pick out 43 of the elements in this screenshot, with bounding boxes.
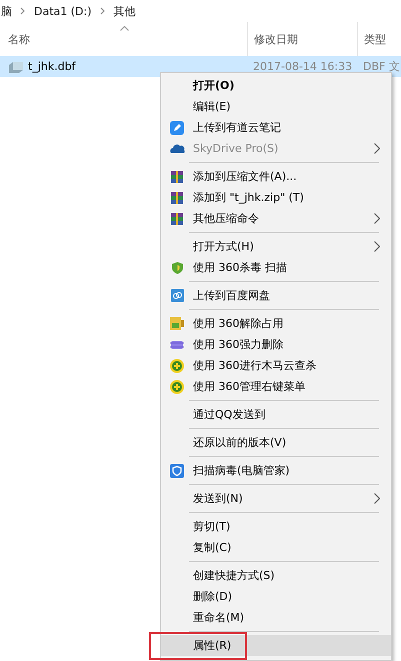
menu-item[interactable]: 通过QQ发送到 — [161, 404, 391, 425]
menu-item[interactable]: 添加到压缩文件(A)... — [161, 166, 391, 187]
menu-item[interactable]: 编辑(E) — [161, 96, 391, 117]
shield-icon — [172, 262, 182, 274]
file-type: DBF 文 — [362, 59, 400, 74]
menu-item[interactable]: 打开方式(H) — [161, 236, 391, 257]
menu-item[interactable]: 还原以前的版本(V) — [161, 432, 391, 453]
archive-icon — [171, 170, 183, 182]
cloud-upload-icon — [170, 289, 184, 302]
menu-item[interactable]: 使用 360杀毒 扫描 — [161, 257, 391, 278]
column-header[interactable]: 名称 — [0, 22, 247, 56]
unlock-icon — [170, 317, 184, 330]
menu-item[interactable]: 上传到有道云笔记 — [161, 117, 391, 138]
menu-item[interactable]: 使用 360强力删除 — [161, 334, 391, 355]
shield-icon — [170, 464, 184, 478]
file-name: t_jhk.dbf — [28, 60, 76, 73]
menu-item[interactable]: 删除(D) — [161, 586, 391, 607]
menu-item[interactable]: 重命名(M) — [161, 607, 391, 628]
archive-icon — [171, 192, 183, 204]
shredder-icon — [170, 338, 184, 350]
menu-item[interactable]: 使用 360解除占用 — [161, 313, 391, 334]
file-date: 2017-08-14 16:33 — [252, 60, 354, 73]
breadcrumb-item[interactable]: 脑 — [1, 4, 12, 18]
menu-item[interactable]: 剪切(T) — [161, 516, 391, 537]
menu-item[interactable]: 其他压缩命令 — [161, 208, 391, 229]
menu-item[interactable]: 创建快捷方式(S) — [161, 565, 391, 586]
menu-item[interactable]: 复制(C) — [161, 537, 391, 558]
breadcrumb-item[interactable]: Data1 (D:) — [34, 4, 92, 18]
breadcrumb-item[interactable]: 其他 — [114, 4, 136, 18]
file-icon — [8, 60, 24, 74]
menu-item[interactable]: 属性(R) — [161, 635, 391, 656]
menu-item[interactable]: 上传到百度网盘 — [161, 285, 391, 306]
menu-item[interactable]: 打开(O) — [161, 75, 391, 96]
plus-circle-icon — [170, 358, 184, 372]
plus-circle-icon — [170, 380, 184, 394]
menu-item[interactable]: 扫描病毒(电脑管家) — [161, 460, 391, 481]
menu-item[interactable]: 使用 360管理右键菜单 — [161, 376, 391, 397]
archive-icon — [171, 212, 183, 224]
menu-item[interactable]: 添加到 "t_jhk.zip" (T) — [161, 187, 391, 208]
cloud-icon — [170, 144, 184, 153]
menu-item[interactable]: 使用 360进行木马云查杀 — [161, 355, 391, 376]
menu-item[interactable]: 发送到(N) — [161, 488, 391, 509]
note-icon — [170, 120, 184, 134]
